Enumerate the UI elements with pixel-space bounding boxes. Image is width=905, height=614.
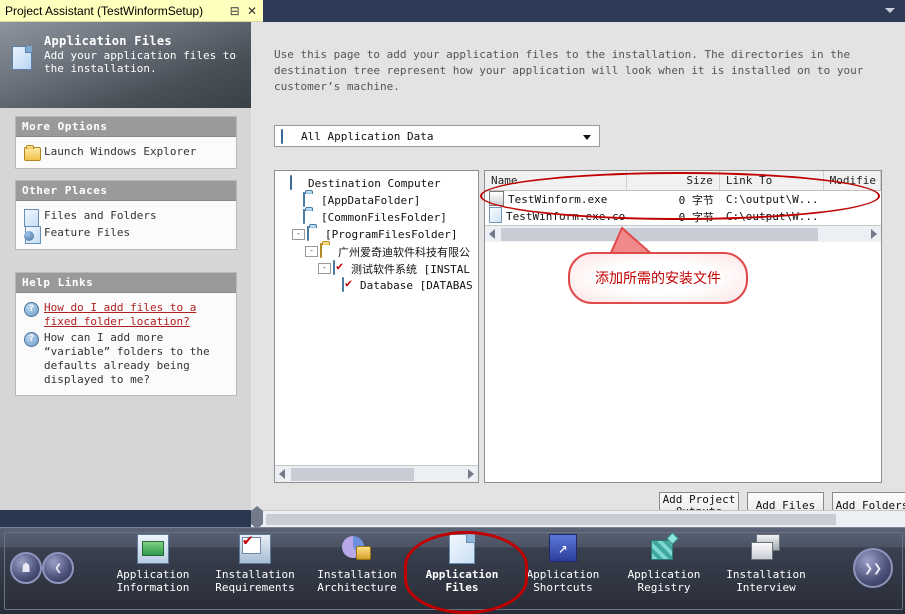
page-subtitle: Add your application files to the instal…	[44, 49, 237, 75]
question-icon: ?	[24, 331, 44, 347]
window-title-bar: Project Assistant (TestWinformSetup) ⊟ ✕	[0, 0, 263, 22]
installation-requirements-icon: ✔	[205, 532, 305, 566]
project-assistant-window: Project Assistant (TestWinformSetup) ⊟ ✕…	[0, 0, 905, 614]
tree-node[interactable]: - [ProgramFilesFolder]	[277, 226, 476, 243]
nav-item-application-registry[interactable]: Application Registry	[614, 532, 714, 594]
tree-horizontal-scrollbar[interactable]	[275, 465, 478, 482]
folder-icon	[303, 209, 321, 225]
page-header-panel: Application Files Add your application f…	[0, 22, 251, 109]
help-link-label: How do I add files to a fixed folder loc…	[44, 301, 197, 328]
close-icon[interactable]: ✕	[245, 0, 259, 22]
nav-item-application-shortcuts[interactable]: ↗ Application Shortcuts	[513, 534, 613, 594]
folder-icon	[303, 192, 321, 208]
chevron-down-icon[interactable]	[885, 8, 895, 13]
sidebar-item-files-and-folders[interactable]: Files and Folders	[24, 209, 228, 227]
sidebar-item-launch-windows-explorer[interactable]: Launch Windows Explorer	[24, 145, 228, 161]
nav-item-label: Application Shortcuts	[526, 568, 600, 594]
checked-folder-icon	[342, 277, 360, 293]
nav-item-label: Application Registry	[627, 568, 701, 594]
page-title: Application Files	[44, 34, 172, 48]
tree-node-label: 广州爱奇迪软件科技有限公	[338, 245, 470, 259]
tree-node-label: Database [DATABAS	[360, 279, 473, 292]
annotation-file-rows-highlight	[480, 172, 880, 220]
panel-more-options: More Options Launch Windows Explorer	[15, 116, 237, 169]
document-icon	[12, 46, 32, 70]
scroll-right-arrow-icon[interactable]	[871, 229, 877, 239]
file-folder-icon	[24, 209, 44, 227]
sidebar: More Options Launch Windows Explorer Oth…	[0, 108, 251, 510]
nav-item-installation-interview[interactable]: Installation Interview	[716, 534, 816, 594]
tree-node-label: [AppDataFolder]	[321, 194, 421, 207]
installation-interview-icon	[716, 534, 816, 566]
back-arrow-icon[interactable]: ❮	[42, 552, 74, 584]
panel-other-places: Other Places Files and Folders Feature F…	[15, 180, 237, 250]
computer-icon	[290, 175, 308, 191]
help-link-fixed-folder[interactable]: ? How do I add files to a fixed folder l…	[24, 301, 228, 329]
tree-expander-icon[interactable]: -	[305, 246, 318, 257]
panel-title: Help Links	[16, 273, 236, 293]
nav-item-installation-architecture[interactable]: Installation Architecture	[307, 534, 407, 594]
sidebar-item-label: Files and Folders	[44, 209, 157, 222]
sidebar-item-label: Feature Files	[44, 226, 131, 239]
destination-computer-tree[interactable]: Destination Computer [AppDataFolder] [Comm…	[274, 170, 479, 483]
pin-icon[interactable]: ⊟	[228, 0, 242, 22]
scroll-right-arrow-icon[interactable]	[468, 469, 474, 479]
question-icon: ?	[24, 301, 44, 317]
tree-node[interactable]: - 广州爱奇迪软件科技有限公	[277, 243, 476, 260]
content-horizontal-scrollbar[interactable]	[251, 506, 905, 529]
panel-title: Other Places	[16, 181, 236, 201]
folder-explorer-icon	[24, 145, 44, 161]
nav-item-label: Application Information	[116, 568, 190, 594]
tree-node-label: Destination Computer	[308, 177, 441, 190]
folder-open-icon	[320, 243, 338, 259]
nav-item-label: Installation Requirements	[215, 568, 295, 594]
installation-architecture-icon	[307, 534, 407, 566]
tree-node[interactable]: Database [DATABAS	[277, 277, 476, 294]
panel-title: More Options	[16, 117, 236, 137]
annotation-callout: 添加所需的安装文件	[568, 226, 748, 306]
panel-help-links: Help Links ? How do I add files to a fix…	[15, 272, 237, 396]
callout-text: 添加所需的安装文件	[568, 252, 748, 304]
computer-icon	[281, 129, 283, 144]
scroll-left-arrow-icon[interactable]	[279, 469, 285, 479]
folder-icon	[307, 226, 325, 242]
window-buttons: ⊟ ✕	[228, 0, 259, 22]
tree-expander-icon[interactable]: -	[318, 263, 331, 274]
next-arrow-icon[interactable]: ❯❯	[853, 548, 893, 588]
feature-file-icon	[24, 226, 44, 244]
nav-item-installation-requirements[interactable]: ✔ Installation Requirements	[205, 532, 305, 595]
nav-item-label: Installation Architecture	[317, 568, 397, 594]
home-icon[interactable]: ☗	[10, 552, 42, 584]
tree-node[interactable]: [CommonFilesFolder]	[277, 209, 476, 226]
sidebar-item-feature-files[interactable]: Feature Files	[24, 226, 228, 244]
sidebar-item-label: Launch Windows Explorer	[44, 145, 197, 158]
scroll-left-arrow-icon[interactable]	[489, 229, 495, 239]
nav-item-label: Installation Interview	[726, 568, 806, 594]
application-registry-icon	[614, 532, 714, 566]
application-information-icon	[103, 534, 203, 566]
help-link-variable-folders[interactable]: ? How can I add more “variable” folders …	[24, 331, 228, 387]
tree-node-label: 测试软件系统 [INSTAL	[351, 262, 470, 276]
checked-folder-icon	[333, 260, 351, 276]
application-shortcuts-icon: ↗	[513, 534, 613, 566]
window-title: Project Assistant (TestWinformSetup)	[5, 4, 204, 18]
help-link-label: How can I add more “variable” folders to…	[44, 331, 210, 386]
scroll-right-arrow-icon[interactable]	[257, 506, 263, 529]
tree-node-label: [ProgramFilesFolder]	[325, 228, 458, 241]
annotation-active-nav-highlight	[404, 531, 528, 614]
config-file-icon	[489, 207, 506, 226]
page-intro-text: Use this page to add your application fi…	[274, 48, 864, 93]
tree-expander-icon[interactable]: -	[292, 229, 305, 240]
tree-node-label: [CommonFilesFolder]	[321, 211, 447, 224]
nav-item-application-information[interactable]: Application Information	[103, 534, 203, 594]
tree-node[interactable]: - 测试软件系统 [INSTAL	[277, 260, 476, 277]
combo-value: All Application Data	[301, 130, 434, 143]
chevron-down-icon[interactable]	[583, 135, 591, 140]
application-data-filter-combo[interactable]: All Application Data	[274, 125, 600, 147]
